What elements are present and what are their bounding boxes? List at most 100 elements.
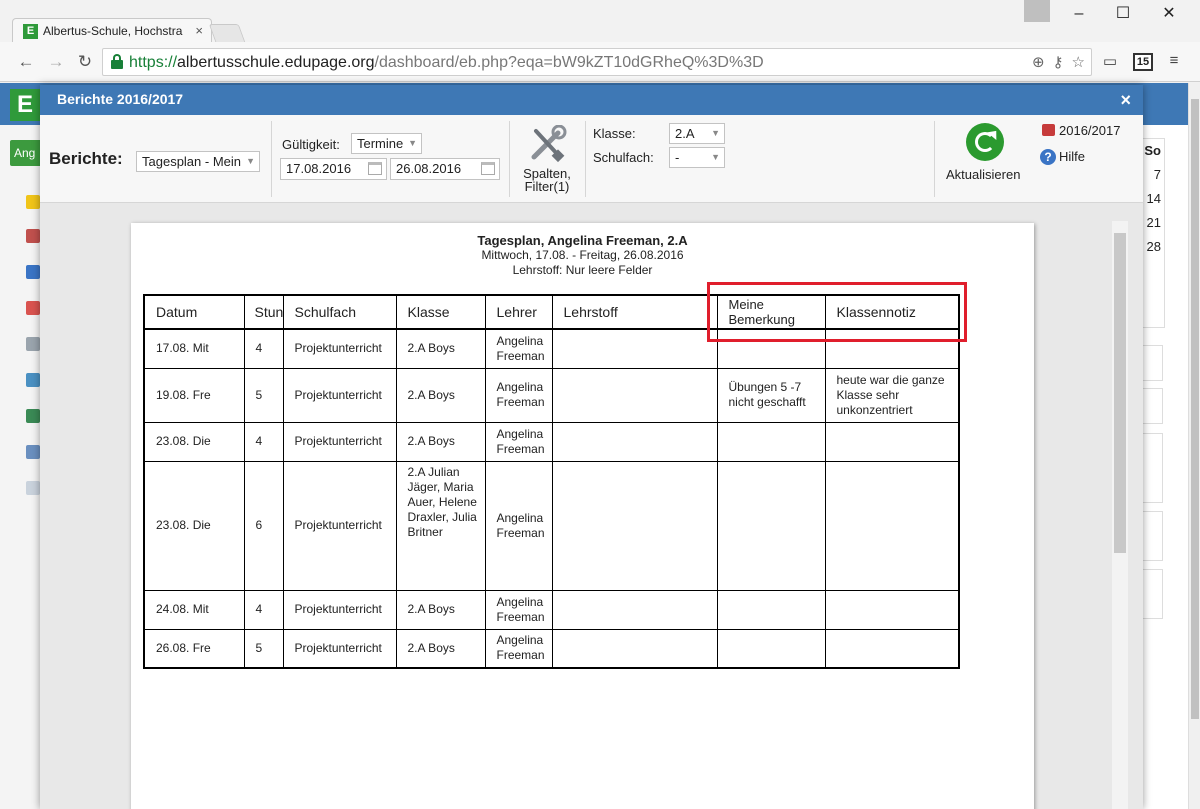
school-icon[interactable]: [26, 229, 40, 243]
document-icon[interactable]: [26, 301, 40, 315]
side-panel-box: [1140, 345, 1163, 381]
cell-notiz: [824, 628, 960, 669]
preview-scrollbar[interactable]: [1112, 221, 1128, 809]
url-text: https://albertusschule.edupage.org/dashb…: [129, 54, 764, 71]
maximize-icon[interactable]: ☐: [1100, 2, 1146, 26]
cell-lehrstoff: [551, 328, 718, 369]
report-date-range: Mittwoch, 17.08. - Freitag, 26.08.2016: [481, 248, 684, 262]
address-bar-icons: ⊕ ⚷ ☆: [1024, 53, 1085, 71]
cell-schulfach: Projektunterricht: [282, 589, 397, 630]
divider: [509, 121, 510, 197]
side-panel-box: [1140, 569, 1163, 619]
calendar-year-icon: [1042, 124, 1055, 136]
cell-schulfach: Projektunterricht: [282, 628, 397, 669]
date-to-input[interactable]: 26.08.2016: [390, 158, 500, 180]
cell-datum: 19.08. Fre: [143, 367, 245, 423]
shield-icon[interactable]: [26, 409, 40, 423]
report-table: Datum Stun Schulfach Klasse Lehrer Lehrs…: [143, 294, 960, 669]
page-sidebar: [0, 125, 42, 809]
column-header: Schulfach: [282, 294, 397, 330]
book-icon[interactable]: [26, 265, 40, 279]
star-icon[interactable]: [26, 195, 40, 209]
cell-klasse: 2.A Boys: [395, 589, 486, 630]
settings-icon[interactable]: [26, 481, 40, 495]
cell-lehrstoff: [551, 628, 718, 669]
cell-lehrer: Angelina Freeman: [484, 460, 553, 591]
cell-lehrstoff: [551, 367, 718, 423]
chevron-down-icon: ▼: [711, 152, 720, 162]
report-header: Tagesplan, Angelina Freeman, 2.A Mittwoc…: [131, 233, 1034, 278]
cell-datum: 24.08. Mit: [143, 589, 245, 630]
class-label: Klasse:: [593, 126, 636, 141]
class-select[interactable]: 2.A ▼: [669, 123, 725, 144]
browser-toolbar: ← → ↻ https://albertusschule.edupage.org…: [0, 42, 1200, 82]
cell-lehrstoff: [551, 589, 718, 630]
cell-stunde: 4: [243, 589, 284, 630]
cell-schulfach: Projektunterricht: [282, 421, 397, 462]
key-icon[interactable]: ⚷: [1053, 54, 1064, 71]
cell-stunde: 5: [243, 367, 284, 423]
refresh-button-label[interactable]: Aktualisieren: [946, 167, 1020, 182]
validity-select[interactable]: Termine ▼: [351, 133, 422, 154]
cell-klasse: 2.A Julian Jäger, Maria Auer, Helene Dra…: [395, 460, 486, 591]
refresh-icon[interactable]: [966, 123, 1004, 161]
table-row: 23.08. Die 6 Projektunterricht 2.A Julian J…: [143, 460, 960, 591]
minimize-icon[interactable]: –: [1056, 2, 1102, 26]
plane-icon[interactable]: [26, 337, 40, 351]
cell-lehrer: Angelina Freeman: [484, 589, 553, 630]
report-filter-note: Lehrstoff: Nur leere Felder: [512, 263, 653, 277]
tab-title: Albertus-Schule, Hochstra: [43, 24, 183, 38]
calendar-icon[interactable]: [481, 162, 495, 175]
date-from-input[interactable]: 17.08.2016: [280, 158, 387, 180]
forward-arrow-icon[interactable]: →: [44, 50, 68, 74]
browser-tab[interactable]: E Albertus-Schule, Hochstra ×: [12, 18, 212, 44]
divider: [271, 121, 272, 197]
divider: [934, 121, 935, 197]
chrome-menu-icon[interactable]: ≡: [1163, 52, 1185, 72]
edupage-logo[interactable]: E: [10, 89, 40, 121]
chevron-down-icon: ▼: [711, 128, 720, 138]
cell-datum: 23.08. Die: [143, 421, 245, 462]
dialog-title: Berichte 2016/2017 ×: [40, 85, 1143, 115]
cell-schulfach: Projektunterricht: [282, 367, 397, 423]
globe-icon[interactable]: [26, 373, 40, 387]
report-title: Tagesplan, Angelina Freeman, 2.A: [477, 233, 688, 248]
pen-icon[interactable]: [26, 445, 40, 459]
profile-icon[interactable]: [1024, 0, 1050, 22]
new-tab-button[interactable]: [208, 24, 246, 42]
cell-stunde: 4: [243, 328, 284, 369]
side-panel-box: [1140, 388, 1163, 424]
cell-klasse: 2.A Boys: [395, 628, 486, 669]
window-close-icon[interactable]: ✕: [1146, 2, 1192, 26]
report-select[interactable]: Tagesplan - Mein ▼: [136, 151, 260, 172]
subject-select[interactable]: - ▼: [669, 147, 725, 168]
calendar-extension-icon[interactable]: 15: [1133, 53, 1153, 71]
tab-close-icon[interactable]: ×: [195, 23, 203, 38]
dialog-close-icon[interactable]: ×: [1120, 88, 1131, 112]
cast-icon[interactable]: ▭: [1099, 52, 1121, 72]
help-link[interactable]: Hilfe: [1059, 149, 1085, 164]
highlight-box: [707, 282, 967, 342]
add-button[interactable]: Ang: [10, 140, 42, 166]
school-year-link[interactable]: 2016/2017: [1059, 123, 1120, 138]
back-arrow-icon[interactable]: ←: [14, 50, 38, 74]
reload-icon[interactable]: ↻: [73, 50, 97, 74]
cell-datum: 26.08. Fre: [143, 628, 245, 669]
address-bar[interactable]: https://albertusschule.edupage.org/dashb…: [102, 48, 1092, 76]
edupage-favicon-icon: E: [23, 24, 38, 39]
subject-label: Schulfach:: [593, 150, 654, 165]
cell-schulfach: Projektunterricht: [282, 460, 397, 591]
tools-icon[interactable]: [528, 125, 568, 163]
cell-bemerkung: Übungen 5 -7 nicht geschafft: [716, 367, 826, 423]
cell-lehrer: Angelina Freeman: [484, 421, 553, 462]
page-scrollbar[interactable]: [1188, 83, 1200, 809]
help-icon[interactable]: ?: [1040, 149, 1056, 165]
bookmark-star-icon[interactable]: ☆: [1072, 54, 1085, 71]
reports-dialog: Berichte 2016/2017 × Berichte: Tagesplan…: [40, 85, 1143, 809]
browser-titlebar: E Albertus-Schule, Hochstra × – ☐ ✕: [0, 0, 1200, 44]
columns-filter-button[interactable]: Spalten, Filter(1): [518, 167, 576, 193]
calendar-icon[interactable]: [368, 162, 382, 175]
zoom-icon[interactable]: ⊕: [1032, 54, 1045, 71]
table-row: 23.08. Die 4 Projektunterricht 2.A Boys Ange…: [143, 421, 960, 462]
column-header: Lehrstoff: [551, 294, 718, 330]
